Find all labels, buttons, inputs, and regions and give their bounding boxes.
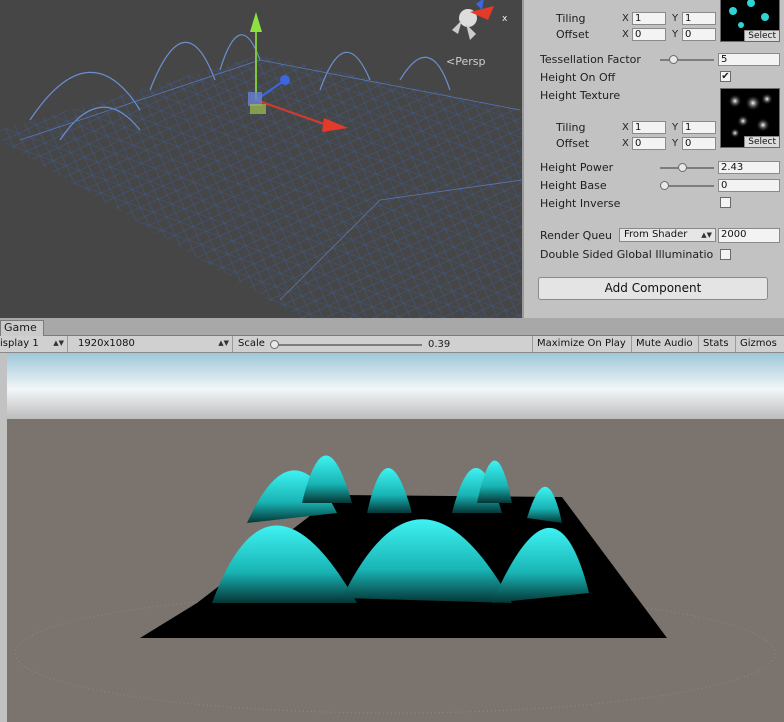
height-inverse-checkbox[interactable] <box>720 197 731 208</box>
scale-slider[interactable] <box>274 344 422 346</box>
tiling-label-1: Tiling <box>556 12 586 25</box>
offset-y-label-2: Y <box>672 138 679 149</box>
scale-slider-knob[interactable] <box>270 340 279 349</box>
display-dropdown[interactable]: isplay 1 ▲▼ <box>0 336 68 352</box>
height-inverse-label: Height Inverse <box>540 197 621 210</box>
height-on-off-checkbox[interactable]: ✔ <box>720 71 731 82</box>
height-base-slider-knob[interactable] <box>660 181 669 190</box>
scene-view[interactable]: x <Persp <box>0 0 522 318</box>
height-base-label: Height Base <box>540 179 607 192</box>
game-tab-bar: Game <box>0 318 784 336</box>
offset-y-field-1[interactable]: 0 <box>682 28 716 41</box>
tessellation-slider-knob[interactable] <box>669 55 678 64</box>
offset-y-field-2[interactable]: 0 <box>682 137 716 150</box>
resolution-dropdown-label: 1920x1080 <box>78 338 135 349</box>
render-queue-field[interactable]: 2000 <box>718 228 780 243</box>
offset-y-label-1: Y <box>672 29 679 40</box>
height-power-slider-knob[interactable] <box>678 163 687 172</box>
offset-label-2: Offset <box>556 137 590 150</box>
offset-label-1: Offset <box>556 28 590 41</box>
render-queue-option: From Shader <box>624 229 688 240</box>
select-button-1[interactable]: Select <box>744 30 779 41</box>
height-power-field[interactable]: 2.43 <box>718 161 780 174</box>
tiling-y-label-2: Y <box>672 122 679 133</box>
offset-x-label-1: X <box>622 29 629 40</box>
select-button-2[interactable]: Select <box>744 136 779 147</box>
scale-label: Scale <box>238 338 265 349</box>
tiling-x-label-2: X <box>622 122 629 133</box>
tiling-y-label-1: Y <box>672 13 679 24</box>
height-base-field[interactable]: 0 <box>718 179 780 192</box>
render-queue-dropdown[interactable]: From Shader ▲▼ <box>619 228 716 242</box>
offset-x-field-2[interactable]: 0 <box>632 137 666 150</box>
persp-toggle[interactable]: <Persp <box>446 55 485 68</box>
tiling-y-field-1[interactable]: 1 <box>682 12 716 25</box>
tiling-label-2: Tiling <box>556 121 586 134</box>
tiling-x-field-1[interactable]: 1 <box>632 12 666 25</box>
tiling-y-field-2[interactable]: 1 <box>682 121 716 134</box>
height-texture-label: Height Texture <box>540 89 621 102</box>
game-toolbar: isplay 1 ▲▼ 1920x1080 ▲▼ Scale 0.39 Maxi… <box>0 336 784 353</box>
maximize-on-play-toggle[interactable]: Maximize On Play <box>534 336 632 352</box>
scale-value: 0.39 <box>428 339 451 350</box>
tiling-x-label-1: X <box>622 13 629 24</box>
texture-thumbnail-1[interactable]: Select <box>720 0 780 42</box>
add-component-button[interactable]: Add Component <box>538 277 768 300</box>
tessellation-field[interactable]: 5 <box>718 53 780 66</box>
dropdown-arrow-icon: ▲▼ <box>701 231 712 239</box>
wireframe-terrain <box>0 0 522 318</box>
tiling-x-field-2[interactable]: 1 <box>632 121 666 134</box>
display-dropdown-label: isplay 1 <box>0 338 39 349</box>
stats-toggle[interactable]: Stats <box>700 336 736 352</box>
dropdown-arrow-icon: ▲▼ <box>218 339 229 347</box>
inspector-panel: Tiling X 1 Y 1 Offset X 0 Y 0 Select Tes… <box>522 0 784 318</box>
double-sided-gi-checkbox[interactable] <box>720 249 731 260</box>
gizmos-toggle[interactable]: Gizmos <box>737 336 784 352</box>
height-power-slider[interactable] <box>660 167 714 169</box>
tab-game[interactable]: Game <box>0 320 44 336</box>
render-queue-label: Render Queu <box>540 229 613 242</box>
dropdown-arrow-icon: ▲▼ <box>53 339 64 347</box>
height-power-label: Height Power <box>540 161 614 174</box>
game-view[interactable] <box>0 353 784 722</box>
mute-audio-toggle[interactable]: Mute Audio <box>633 336 699 352</box>
double-sided-gi-label: Double Sided Global Illuminatio <box>540 248 714 261</box>
game-render <box>7 353 784 722</box>
resolution-dropdown[interactable]: 1920x1080 ▲▼ <box>72 336 233 352</box>
offset-x-label-2: X <box>622 138 629 149</box>
height-on-off-label: Height On Off <box>540 71 616 84</box>
offset-x-field-1[interactable]: 0 <box>632 28 666 41</box>
texture-thumbnail-2[interactable]: Select <box>720 88 780 148</box>
gizmo-x-label: x <box>502 14 508 24</box>
tessellation-label: Tessellation Factor <box>540 53 641 66</box>
